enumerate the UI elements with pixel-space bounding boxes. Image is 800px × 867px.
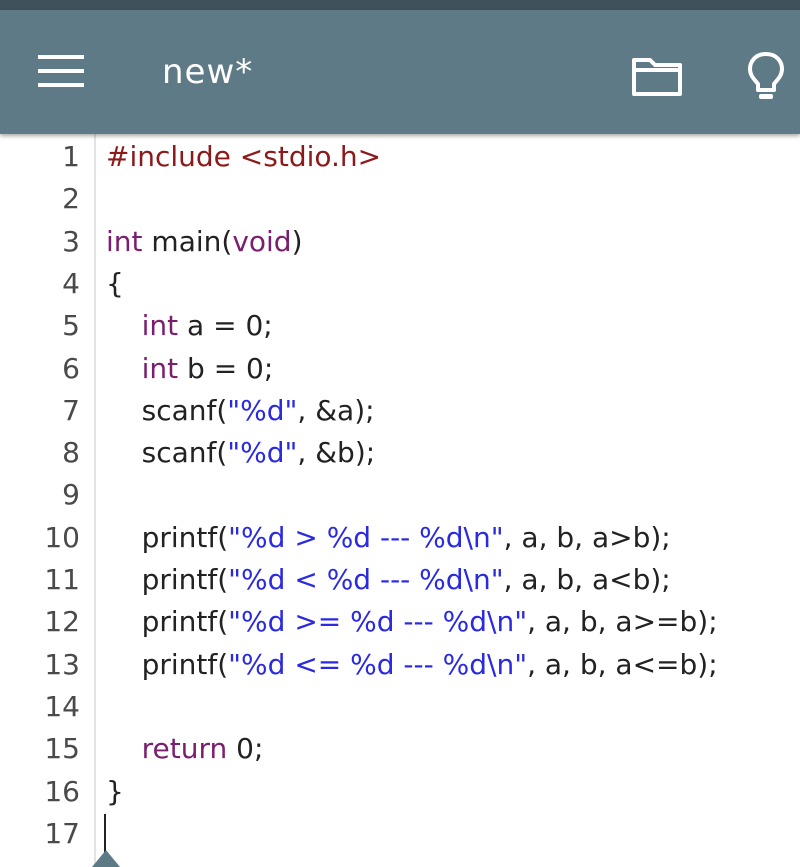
code-line[interactable]: printf("%d > %d --- %d\n", a, b, a>b); [106,517,671,559]
code-token-plain: main( [142,224,233,258]
code-line[interactable]: int main(void) [106,221,303,263]
line-number: 14 [44,689,80,723]
code-token-plain: b = 0; [178,351,274,385]
code-token-plain: 0; [227,732,264,766]
code-token-keyword: return [141,732,228,766]
code-token-plain: { [106,266,124,300]
code-editor[interactable]: 1 2 3 4 5 6 7 8 9 10 11 12 13 14 15 16 17 #include <stdi… [0,134,800,867]
code-token-string: "%d < %d --- %d\n" [228,563,504,596]
text-cursor [104,814,106,854]
folder-icon[interactable] [630,54,684,98]
code-line[interactable]: return 0; [106,728,264,770]
code-token-keyword: void [232,224,292,258]
line-number: 13 [44,647,80,681]
line-number: 3 [62,224,80,258]
code-line[interactable]: int a = 0; [106,305,273,347]
code-token-plain: scanf( [106,436,228,470]
line-number: 4 [62,266,80,300]
line-number: 15 [44,732,80,766]
code-token-plain: printf( [106,647,229,681]
code-line[interactable]: { [106,263,124,305]
document-title: new* [162,52,254,92]
code-token-plain: , &a); [297,393,375,427]
code-line[interactable]: printf("%d >= %d --- %d\n", a, b, a>=b); [106,601,718,643]
code-line[interactable]: } [106,771,124,813]
code-token-preprocessor: #include <stdio.h> [106,140,382,173]
lightbulb-icon[interactable] [746,50,786,104]
line-number: 16 [44,774,80,808]
cursor-handle[interactable] [92,850,120,867]
hamburger-menu-icon[interactable] [38,55,84,89]
code-line[interactable]: printf("%d <= %d --- %d\n", a, b, a<=b); [106,644,718,686]
code-line[interactable]: int b = 0; [106,348,274,390]
code-token-plain: scanf( [106,393,228,427]
code-token-keyword: int [106,224,143,258]
line-number: 11 [44,563,80,596]
code-token-plain: , a, b, a<b); [503,563,671,596]
code-token-string: "%d <= %d --- %d\n" [228,647,528,681]
line-number: 1 [62,140,80,173]
code-token-plain: } [106,774,124,808]
line-number-gutter: 1 2 3 4 5 6 7 8 9 10 11 12 13 14 15 16 17 [0,134,94,867]
code-line[interactable]: #include <stdio.h> [106,136,381,178]
line-number: 2 [62,182,80,216]
code-line[interactable]: scanf("%d", &b); [106,432,376,474]
code-token-plain: printf( [106,563,229,596]
code-token-plain: , &b); [297,436,376,470]
app-toolbar: new* [0,10,800,134]
code-token-plain: a = 0; [178,309,273,343]
code-token-plain: printf( [106,605,229,639]
gutter-divider [94,134,96,867]
code-token-plain: , a, b, a>=b); [527,605,718,639]
code-token-string: "%d > %d --- %d\n" [228,520,504,554]
code-line[interactable]: printf("%d < %d --- %d\n", a, b, a<b); [106,559,671,601]
line-number: 10 [44,520,80,554]
code-token-string: "%d >= %d --- %d\n" [228,605,528,639]
code-token-keyword: int [141,351,179,385]
line-number: 9 [62,478,80,512]
code-token-string: "%d" [227,393,298,427]
line-number: 17 [44,816,80,850]
code-line[interactable]: scanf("%d", &a); [106,390,375,432]
code-token-plain: , a, b, a<=b); [527,647,718,681]
line-number: 8 [62,436,80,470]
line-number: 7 [62,393,80,427]
code-token-plain: , a, b, a>b); [503,520,671,554]
code-token-string: "%d" [227,436,298,470]
code-token-keyword: int [141,309,179,343]
code-token-plain: printf( [106,520,229,554]
code-token-plain: ) [291,224,303,258]
line-number: 5 [62,309,80,343]
line-number: 6 [62,351,80,385]
status-bar [0,0,800,10]
line-number: 12 [44,605,80,639]
